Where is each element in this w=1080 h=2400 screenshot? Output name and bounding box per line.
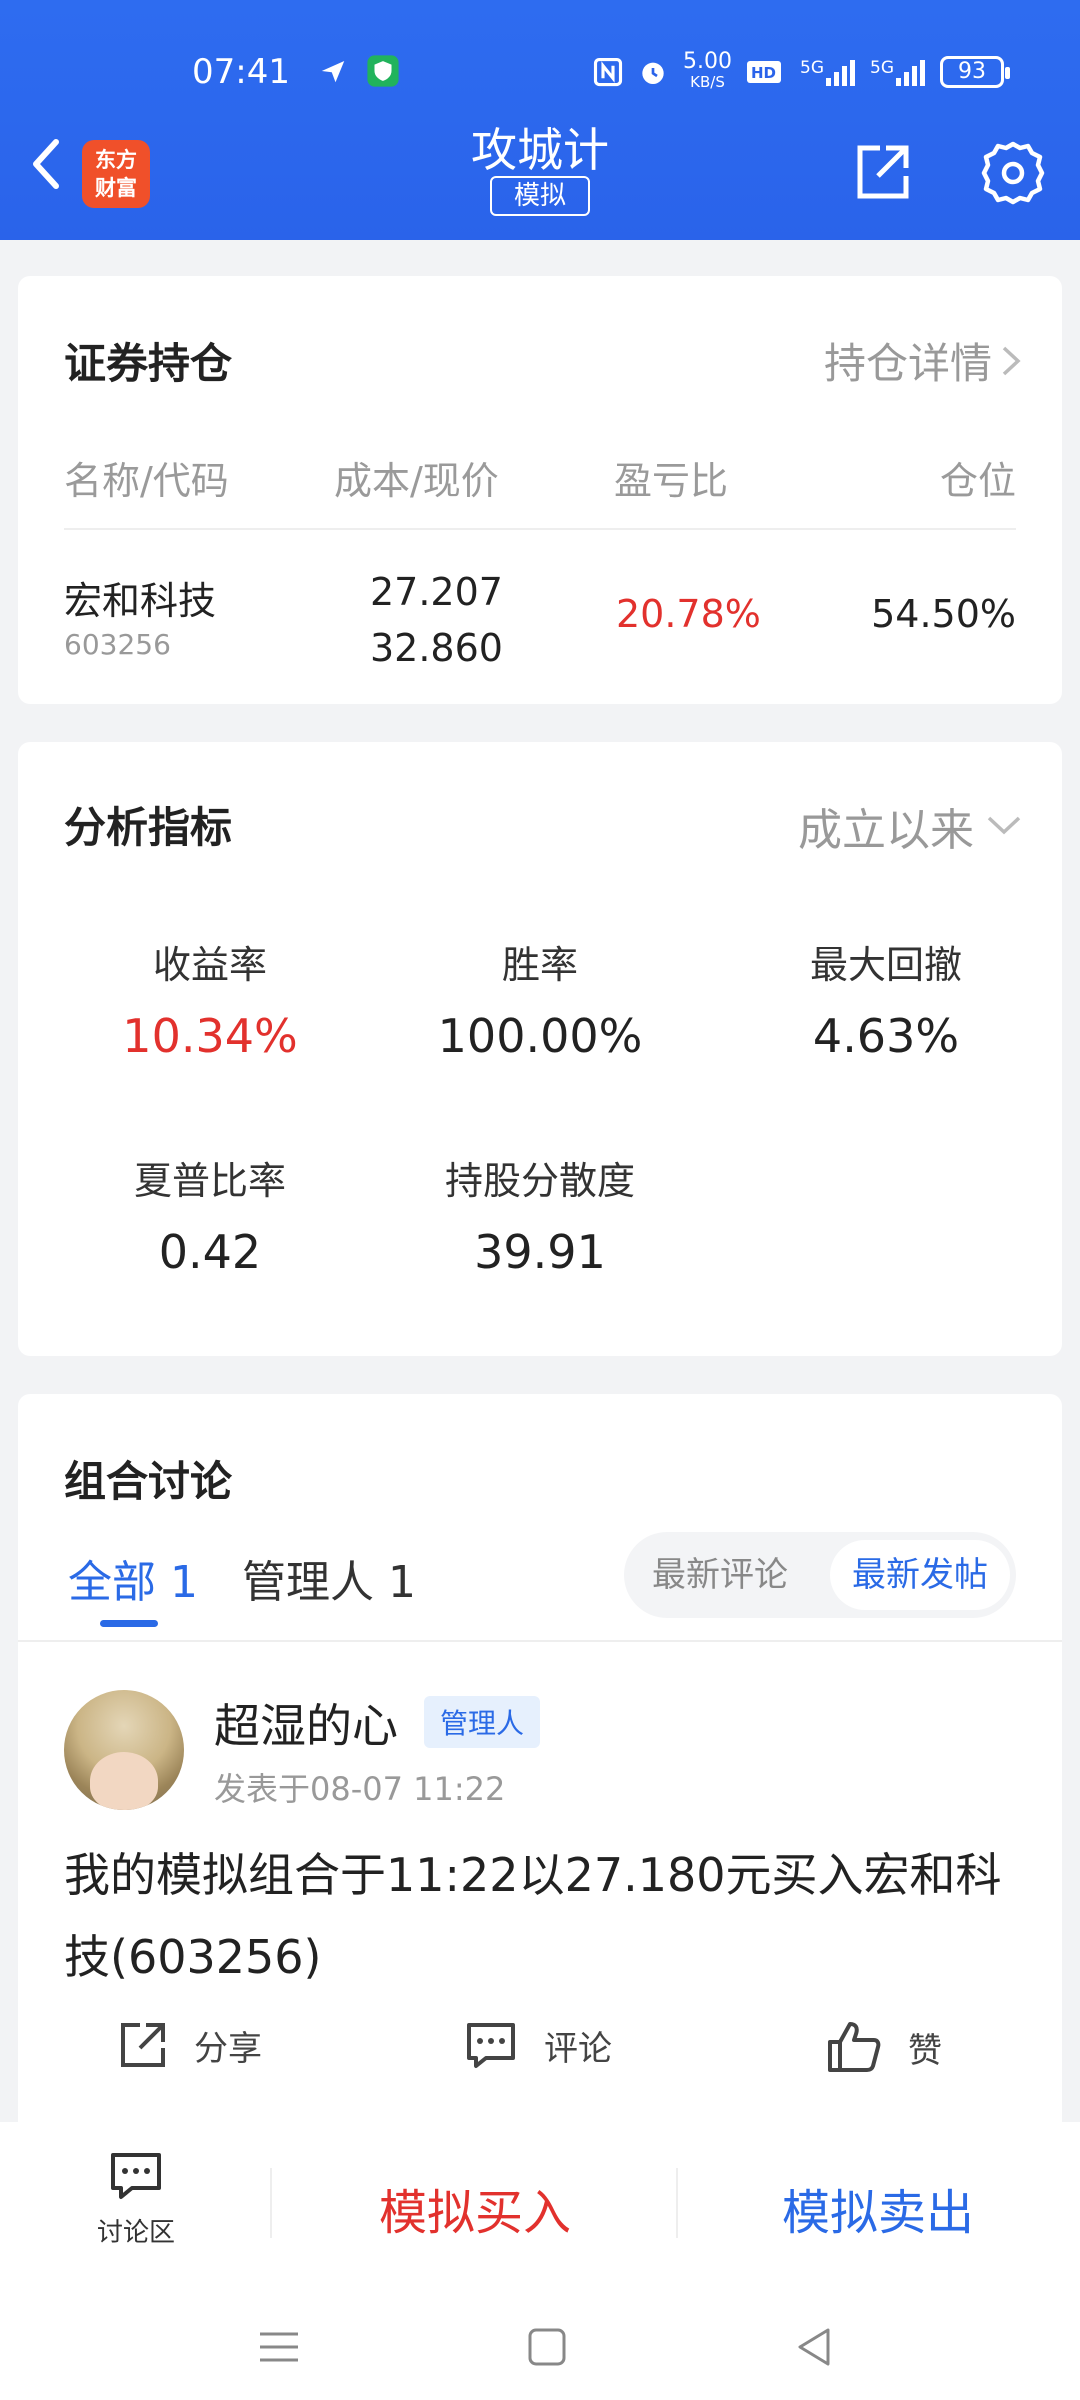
current-price: 32.860	[370, 626, 503, 670]
thumbs-up-icon	[828, 2022, 881, 2072]
cost-price: 27.207 32.860	[370, 564, 503, 676]
holdings-divider	[64, 528, 1016, 530]
metric-sharpe: 夏普比率 0.42	[133, 1159, 286, 1279]
home-icon[interactable]	[522, 2322, 572, 2372]
chevron-right-icon	[1002, 346, 1021, 375]
net-speed: 5.00 KB/S	[683, 49, 732, 92]
page-title: 攻城计	[471, 123, 609, 177]
hd-icon: HD	[747, 61, 781, 83]
holdings-details-link[interactable]: 持仓详情	[824, 330, 1022, 391]
sort-latest-comment[interactable]: 最新评论	[630, 1540, 810, 1610]
signal-5g-1: 5G	[800, 58, 856, 86]
signal-5g-2: 5G	[870, 58, 926, 86]
col-pnl-ratio: 盈亏比	[614, 459, 729, 503]
discussion-card: 组合讨论 全部 1 管理人 1 最新评论 最新发帖 超湿的心 管理人 发表于08…	[18, 1394, 1062, 2124]
nav-bar: 东方 财富 攻城计 模拟	[0, 110, 1080, 220]
sort-latest-post[interactable]: 最新发帖	[830, 1540, 1010, 1610]
svg-text:HD: HD	[751, 64, 776, 82]
discussion-area-label: 讨论区	[96, 2218, 175, 2248]
alarm-icon	[642, 62, 664, 84]
author-name[interactable]: 超湿的心	[214, 1690, 398, 1756]
app-header: 07:41 5.00 KB/S HD 5G 5G 93 东方 财富 攻城计 模拟	[0, 0, 1080, 240]
bottom-action-bar: 讨论区 模拟买入 模拟卖出	[0, 2122, 1080, 2400]
share-icon	[121, 2023, 165, 2067]
status-bar: 07:41 5.00 KB/S HD 5G 5G 93	[0, 48, 1080, 98]
comment-icon	[467, 2023, 515, 2068]
metrics-title: 分析指标	[64, 803, 233, 852]
menu-icon[interactable]	[254, 2322, 304, 2372]
signal-bars-icon	[896, 60, 925, 86]
comment-action[interactable]: 评论	[464, 2020, 612, 2070]
admin-badge: 管理人	[424, 1696, 541, 1748]
discussion-area-button[interactable]: 讨论区	[86, 2150, 186, 2249]
metric-win-rate: 胜率 100.00%	[437, 943, 643, 1063]
holdings-card: 证券持仓 持仓详情 名称/代码 成本/现价 盈亏比 仓位 宏和科技 603256…	[18, 276, 1062, 704]
back-nav-icon[interactable]	[790, 2322, 840, 2372]
simulation-tag: 模拟	[490, 176, 590, 216]
holdings-title: 证券持仓	[64, 339, 233, 388]
position-percent: 54.50%	[871, 592, 1016, 636]
avatar[interactable]	[64, 1690, 184, 1810]
signal-bars-icon	[826, 60, 855, 86]
period-selector[interactable]: 成立以来	[798, 794, 1022, 858]
tab-manager[interactable]: 管理人 1	[242, 1546, 416, 1610]
col-name-code: 名称/代码	[64, 459, 229, 503]
chat-icon	[111, 2153, 161, 2199]
metrics-card: 分析指标 成立以来 收益率 10.34% 胜率 100.00% 最大回撤 4.6…	[18, 742, 1062, 1356]
tab-all[interactable]: 全部 1	[68, 1546, 198, 1610]
shield-app-icon	[367, 55, 399, 87]
cost-value: 27.207	[370, 570, 503, 614]
gear-icon[interactable]	[980, 140, 1046, 206]
metric-max-drawdown: 最大回撤 4.63%	[809, 943, 962, 1063]
nfc-icon	[593, 57, 623, 87]
share-action[interactable]: 分享	[118, 2020, 262, 2070]
simulated-sell-button[interactable]: 模拟卖出	[676, 2168, 1080, 2258]
simulated-buy-button[interactable]: 模拟买入	[270, 2168, 680, 2258]
tab-underline	[100, 1620, 158, 1627]
share-icon[interactable]	[852, 142, 912, 202]
send-icon	[321, 61, 345, 83]
battery-indicator: 93	[940, 56, 1010, 88]
col-position: 仓位	[939, 459, 1016, 503]
stock-name: 宏和科技	[64, 579, 217, 623]
discussion-title: 组合讨论	[64, 1457, 233, 1506]
metric-return: 收益率 10.34%	[122, 943, 298, 1063]
chevron-down-icon	[987, 816, 1021, 835]
discussion-divider	[18, 1640, 1062, 1642]
col-cost-price: 成本/现价	[334, 459, 499, 503]
metric-diversification: 持股分散度 39.91	[444, 1159, 635, 1279]
sort-toggle: 最新评论 最新发帖	[624, 1532, 1016, 1618]
stock-code: 603256	[64, 628, 171, 661]
pnl-ratio: 20.78%	[616, 592, 761, 636]
status-time: 07:41	[192, 52, 290, 92]
like-action[interactable]: 赞	[826, 2020, 942, 2074]
post-content[interactable]: 我的模拟组合于11:22以27.180元买入宏和科技(603256)	[64, 1834, 1034, 1998]
post-time: 发表于08-07 11:22	[214, 1770, 506, 1808]
